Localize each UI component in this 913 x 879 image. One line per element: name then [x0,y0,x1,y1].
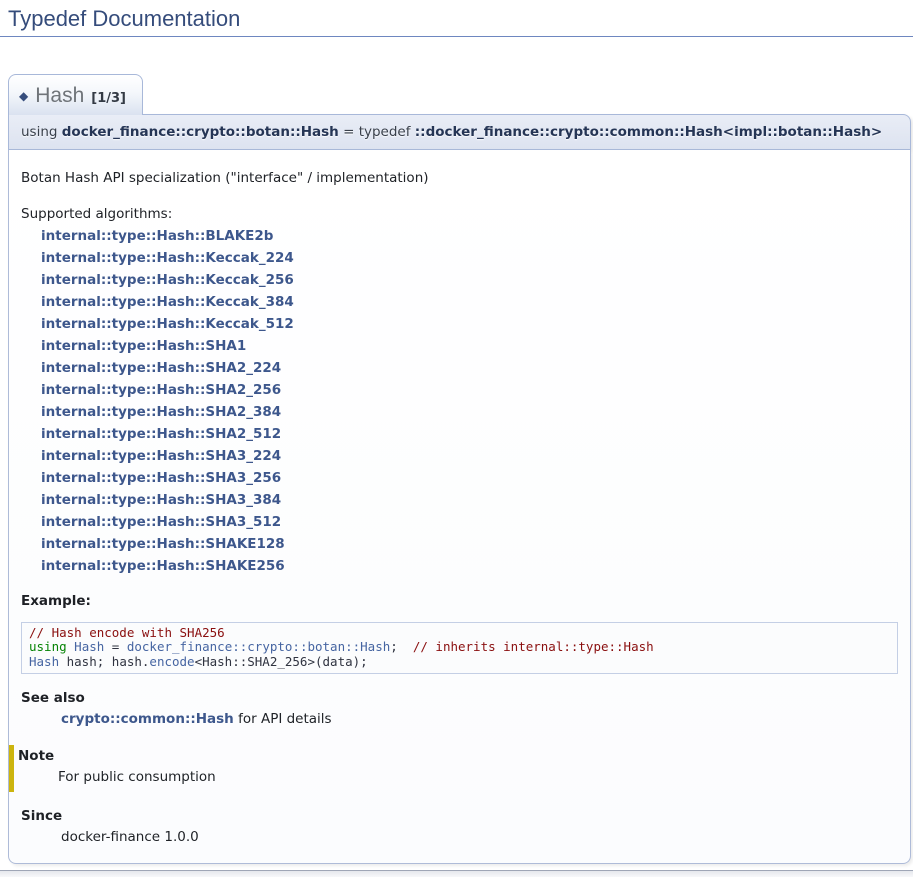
algorithm-link[interactable]: internal::type::Hash::SHA3_256 [41,470,281,486]
algorithm-link[interactable]: internal::type::Hash::SHA2_224 [41,360,281,376]
algorithm-link[interactable]: internal::type::Hash::SHA2_256 [41,382,281,398]
algorithm-link[interactable]: internal::type::Hash::Keccak_512 [41,316,294,332]
code-token-comment: // inherits internal::type::Hash [413,639,654,654]
algorithm-row: internal::type::Hash::SHA2_224 [41,357,898,379]
algorithm-link[interactable]: internal::type::Hash::BLAKE2b [41,228,273,244]
member-title-tab: ◆ Hash [1/3] [8,74,143,115]
code-line: Hash hash; hash.encode<Hash::SHA2_256>(d… [29,655,890,670]
algorithm-link[interactable]: internal::type::Hash::SHA2_512 [41,426,281,442]
code-token-comment: // Hash encode with SHA256 [29,625,225,640]
algorithm-row: internal::type::Hash::SHA3_224 [41,445,898,467]
algorithm-row: internal::type::Hash::SHA2_384 [41,401,898,423]
see-also-link[interactable]: crypto::common::Hash [61,711,234,727]
code-link[interactable]: encode [149,654,194,669]
member-name: Hash [35,84,84,107]
code-fragment: // Hash encode with SHA256using Hash = d… [21,622,898,674]
note-label: Note [18,748,898,764]
algorithm-row: internal::type::Hash::SHAKE128 [41,533,898,555]
member-prototype: using docker_finance::crypto::botan::Has… [8,114,911,150]
member-documentation: Botan Hash API specialization ("interfac… [8,150,911,864]
see-also-suffix: for API details [234,711,332,727]
algorithm-link[interactable]: internal::type::Hash::SHA3_224 [41,448,281,464]
since-label: Since [21,808,898,824]
algorithm-link[interactable]: internal::type::Hash::SHAKE256 [41,558,285,574]
note-section: Note For public consumption [9,745,898,793]
note-text: For public consumption [58,768,898,787]
code-token-plain: = [104,639,127,654]
supported-algorithms-block: Supported algorithms: internal::type::Ha… [21,203,898,577]
example-section: Example: [21,593,898,609]
definition-type: ::docker_finance::crypto::common::Hash<i… [415,124,882,140]
member-item: using docker_finance::crypto::botan::Has… [8,114,911,864]
algorithm-row: internal::type::Hash::SHA3_512 [41,511,898,533]
member-description: Botan Hash API specialization ("interfac… [21,169,898,188]
definition-equals: = typedef [343,124,410,140]
algorithm-link[interactable]: internal::type::Hash::Keccak_384 [41,294,294,310]
algorithm-row: internal::type::Hash::SHA2_512 [41,423,898,445]
since-text: docker-finance 1.0.0 [61,828,898,847]
definition-name: docker_finance::crypto::botan::Hash [62,124,339,140]
definition-keyword: using [21,124,57,140]
code-token-plain: <Hash::SHA2_256>(data); [195,654,368,669]
code-link[interactable]: Hash [29,654,59,669]
algorithm-link-list: internal::type::Hash::BLAKE2binternal::t… [41,225,898,577]
typedef-documentation-section: Typedef Documentation ◆ Hash [1/3] using d… [0,6,913,864]
since-section: Since docker-finance 1.0.0 [21,808,898,847]
algorithm-row: internal::type::Hash::SHA3_384 [41,489,898,511]
algorithm-link[interactable]: internal::type::Hash::SHA3_512 [41,514,281,530]
algorithm-row: internal::type::Hash::BLAKE2b [41,225,898,247]
algorithm-link[interactable]: internal::type::Hash::SHAKE128 [41,536,285,552]
code-line: using Hash = docker_finance::crypto::bot… [29,640,890,655]
member-overload-index: [1/3] [91,91,126,106]
algorithm-link[interactable]: internal::type::Hash::Keccak_256 [41,272,294,288]
see-also-label: See also [21,690,898,706]
algorithm-row: internal::type::Hash::SHA2_256 [41,379,898,401]
algorithm-link[interactable]: internal::type::Hash::SHA2_384 [41,404,281,420]
code-token-plain: ; [390,639,413,654]
example-label: Example: [21,593,898,609]
code-link[interactable]: docker_finance::crypto::botan::Hash [127,639,390,654]
footer-divider [0,870,913,877]
algorithm-link[interactable]: internal::type::Hash::Keccak_224 [41,250,294,266]
see-also-section: See also crypto::common::Hash for API de… [21,690,898,729]
algorithm-row: internal::type::Hash::Keccak_224 [41,247,898,269]
supported-algorithms-label: Supported algorithms: [21,203,898,225]
algorithm-link[interactable]: internal::type::Hash::SHA1 [41,338,246,354]
code-token-plain: hash; hash. [59,654,149,669]
code-token-keyword: using [29,639,67,654]
code-line: // Hash encode with SHA256 [29,626,890,641]
algorithm-row: internal::type::Hash::SHAKE256 [41,555,898,577]
algorithm-link[interactable]: internal::type::Hash::SHA3_384 [41,492,281,508]
see-also-content: crypto::common::Hash for API details [61,710,898,729]
algorithm-row: internal::type::Hash::Keccak_256 [41,269,898,291]
code-link[interactable]: Hash [74,639,104,654]
algorithm-row: internal::type::Hash::Keccak_384 [41,291,898,313]
algorithm-row: internal::type::Hash::Keccak_512 [41,313,898,335]
section-heading: Typedef Documentation [0,6,913,37]
permalink-anchor-icon[interactable]: ◆ [19,89,28,103]
algorithm-row: internal::type::Hash::SHA3_256 [41,467,898,489]
algorithm-row: internal::type::Hash::SHA1 [41,335,898,357]
